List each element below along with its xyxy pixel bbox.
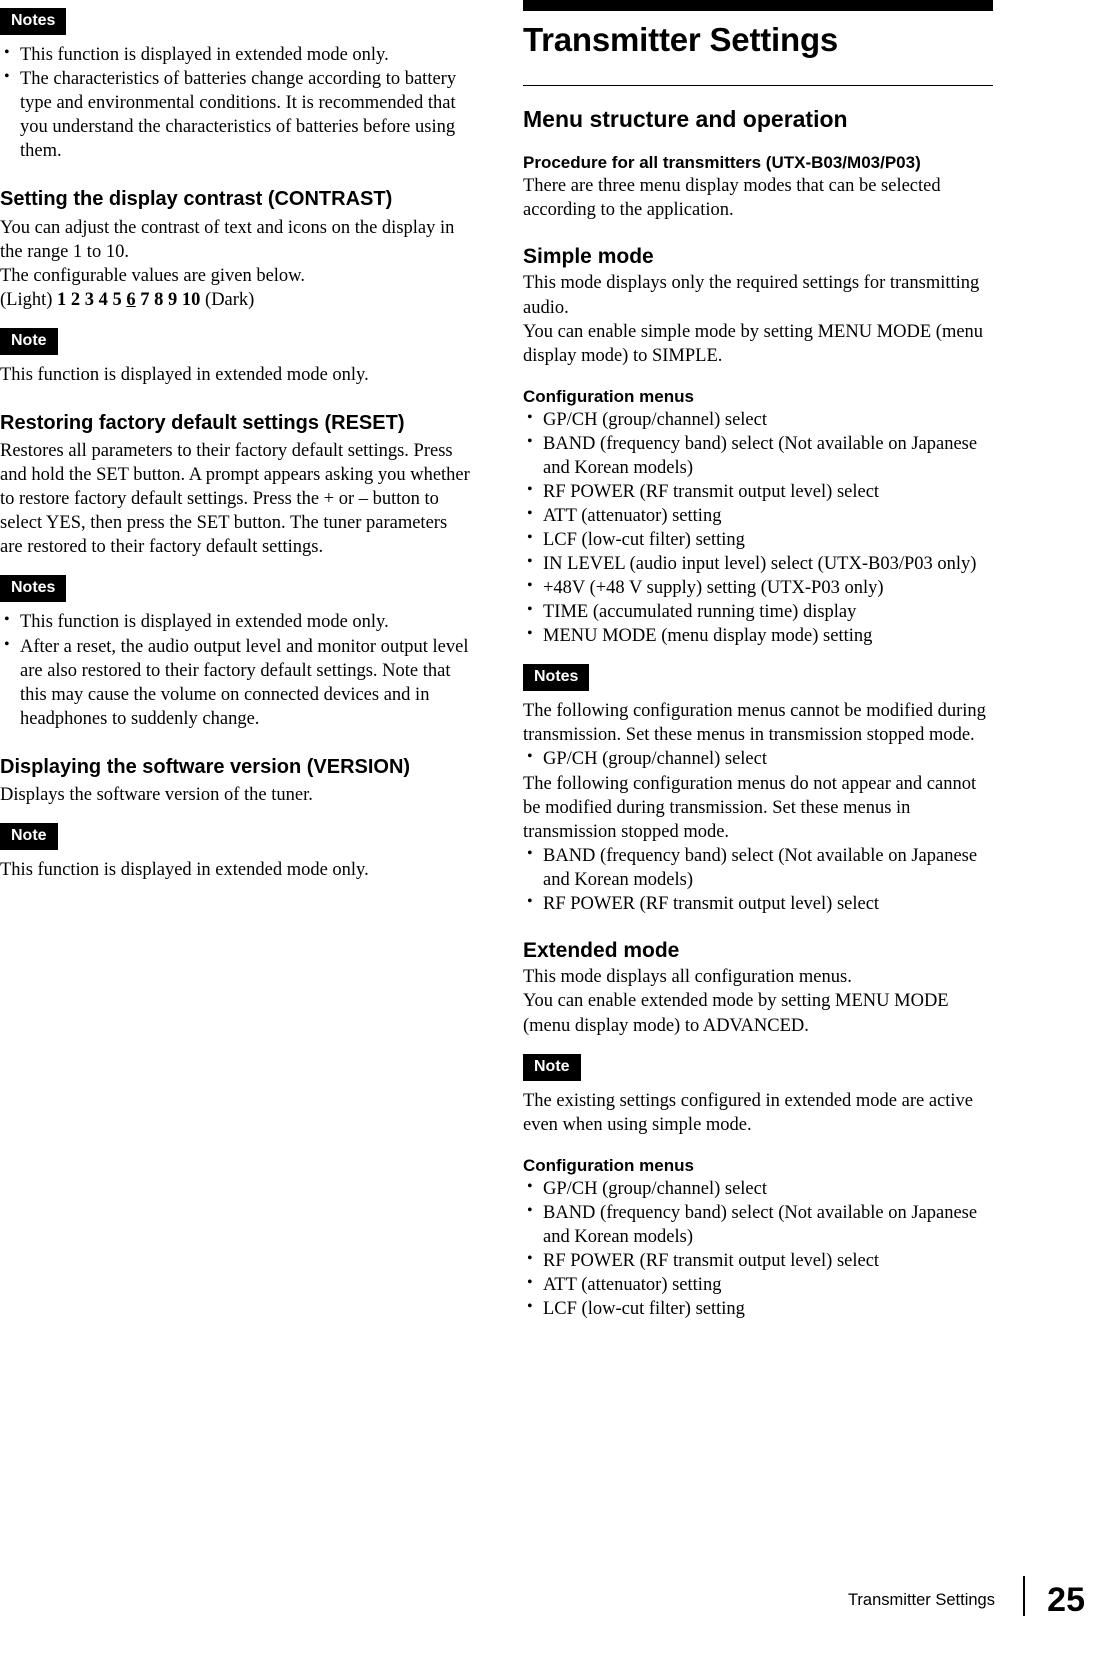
heading-extended-mode: Extended mode	[523, 938, 680, 962]
note-badge: Note	[523, 1053, 581, 1081]
heading-contrast: Setting the display contrast (CONTRAST)	[0, 188, 393, 211]
list-item: RF POWER (RF transmit output level) sele…	[523, 1249, 993, 1273]
note-text-1: This function is displayed in extended m…	[0, 364, 369, 385]
left-column: Notes This function is displayed in exte…	[0, 8, 470, 882]
list-item: RF POWER (RF transmit output level) sele…	[523, 480, 993, 504]
section-title: Menu structure and operation	[523, 105, 848, 132]
contrast-body-2: The configurable values are given below.	[0, 265, 305, 286]
note-text-2: This function is displayed in extended m…	[0, 860, 369, 881]
notes-list-2: This function is displayed in extended m…	[0, 610, 470, 730]
reset-body: Restores all parameters to their factory…	[0, 441, 470, 558]
list-item: LCF (low-cut filter) setting	[523, 1297, 993, 1321]
heading-version: Displaying the software version (VERSION…	[0, 755, 411, 778]
contrast-values-rest: 7 8 9 10	[135, 289, 201, 310]
note-badge-group-2: Note	[0, 823, 470, 851]
simple-body-1: This mode displays only the required set…	[523, 273, 980, 318]
contrast-body-1: You can adjust the contrast of text and …	[0, 217, 455, 262]
right-column: Transmitter Settings Menu structure and …	[523, 0, 993, 1321]
contrast-values: (Light) 1 2 3 4 5 6 7 8 9 10 (Dark)	[0, 288, 470, 312]
contrast-values-suffix: (Dark)	[200, 289, 255, 310]
list-item: This function is displayed in extended m…	[0, 610, 470, 634]
list-item: RF POWER (RF transmit output level) sele…	[523, 892, 993, 916]
list-item: LCF (low-cut filter) setting	[523, 528, 993, 552]
list-item: GP/CH (group/channel) select	[523, 747, 993, 771]
extended-body-1: This mode displays all configuration men…	[523, 967, 852, 988]
extended-body-2: You can enable extended mode by setting …	[523, 991, 949, 1036]
configuration-menus-list-1: GP/CH (group/channel) select BAND (frequ…	[523, 408, 993, 648]
list-item: BAND (frequency band) select (Not availa…	[523, 844, 993, 892]
notes-badge-group-2: Notes	[0, 575, 470, 603]
footer-divider	[1023, 1576, 1025, 1616]
notes-badge: Notes	[523, 664, 590, 692]
notes-bullets-1: GP/CH (group/channel) select	[523, 747, 993, 771]
list-item: BAND (frequency band) select (Not availa…	[523, 432, 993, 480]
list-item: IN LEVEL (audio input level) select (UTX…	[523, 552, 993, 576]
procedure-body: There are three menu display modes that …	[523, 175, 941, 220]
notes-body-1: The following configuration menus cannot…	[523, 701, 986, 746]
note-badge-group-right-1: Note	[523, 1053, 993, 1081]
notes-badge-group-right-1: Notes	[523, 664, 993, 692]
page-footer: Transmitter Settings 25	[0, 1572, 1097, 1619]
note-badge: Note	[0, 823, 58, 851]
contrast-values-list: 1 2 3 4 5	[57, 289, 127, 310]
page-number: 25	[1047, 1581, 1085, 1619]
chapter-title: Transmitter Settings	[523, 21, 839, 58]
contrast-values-prefix: (Light)	[0, 289, 58, 310]
footer-chapter-label: Transmitter Settings	[847, 1591, 995, 1609]
notes-list-1: This function is displayed in extended m…	[0, 43, 470, 163]
document-page: Notes This function is displayed in exte…	[0, 0, 1097, 1664]
notes-bullets-2: BAND (frequency band) select (Not availa…	[523, 844, 993, 916]
list-item: TIME (accumulated running time) display	[523, 600, 993, 624]
notes-body-2: The following configuration menus do not…	[523, 773, 977, 842]
list-item: BAND (frequency band) select (Not availa…	[523, 1201, 993, 1249]
configuration-menus-list-2: GP/CH (group/channel) select BAND (frequ…	[523, 1177, 993, 1321]
heading-configuration-menus-2: Configuration menus	[523, 1155, 694, 1175]
heading-simple-mode: Simple mode	[523, 244, 654, 268]
section-divider	[523, 84, 993, 86]
simple-body-2: You can enable simple mode by setting ME…	[523, 321, 984, 366]
list-item: ATT (attenuator) setting	[523, 504, 993, 528]
heading-configuration-menus-1: Configuration menus	[523, 386, 694, 406]
version-body: Displays the software version of the tun…	[0, 785, 313, 806]
note-badge-group-1: Note	[0, 327, 470, 355]
chapter-rule	[523, 0, 993, 11]
list-item: GP/CH (group/channel) select	[523, 408, 993, 432]
note-badge: Note	[0, 327, 58, 355]
list-item: After a reset, the audio output level an…	[0, 635, 470, 731]
notes-badge-group: Notes	[0, 8, 470, 35]
list-item: ATT (attenuator) setting	[523, 1273, 993, 1297]
notes-badge: Notes	[0, 575, 67, 603]
list-item: The characteristics of batteries change …	[0, 67, 470, 163]
notes-badge: Notes	[0, 8, 67, 35]
contrast-values-selected: 6	[126, 289, 136, 310]
heading-procedure: Procedure for all transmitters (UTX-B03/…	[523, 152, 921, 172]
note-body-right-1: The existing settings configured in exte…	[523, 1090, 974, 1135]
list-item: +48V (+48 V supply) setting (UTX-P03 onl…	[523, 576, 993, 600]
list-item: This function is displayed in extended m…	[0, 43, 470, 67]
list-item: MENU MODE (menu display mode) setting	[523, 624, 993, 648]
heading-reset: Restoring factory default settings (RESE…	[0, 411, 405, 434]
list-item: GP/CH (group/channel) select	[523, 1177, 993, 1201]
